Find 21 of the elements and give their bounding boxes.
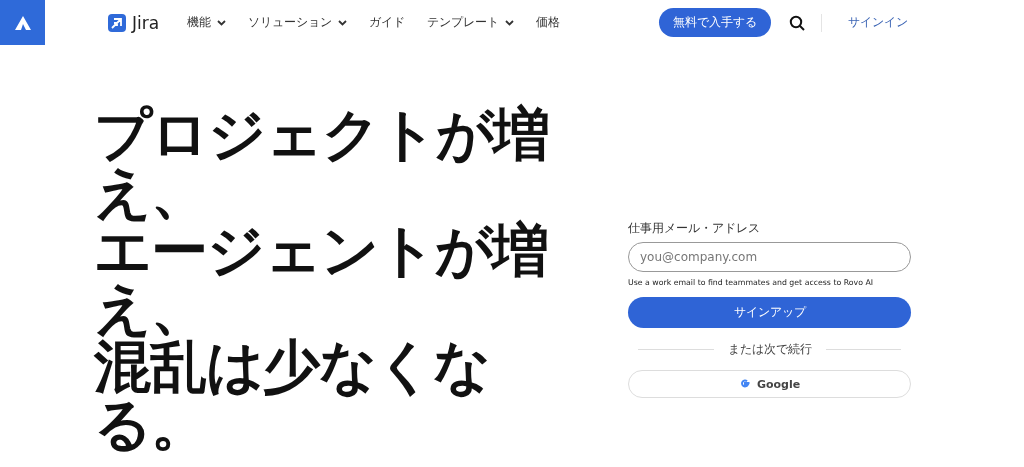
email-field[interactable]: you@company.com: [628, 242, 911, 272]
chevron-down-icon: [505, 19, 515, 26]
nav-menu-item[interactable]: 価格: [536, 14, 561, 31]
google-g-icon: [738, 378, 751, 390]
nav-menu-item[interactable]: テンプレート: [427, 14, 515, 31]
nav-menu-item[interactable]: 機能: [187, 14, 227, 31]
google-button[interactable]: Google: [628, 370, 911, 398]
get-free-button[interactable]: 無料で入手する: [659, 8, 771, 37]
field-label: 仕事用メール・アドレス: [628, 220, 761, 237]
product-name[interactable]: Jira: [132, 12, 160, 33]
nav-menu-item[interactable]: ガイド: [369, 14, 406, 31]
chevron-down-icon: [338, 19, 348, 26]
chevron-down-icon: [217, 19, 227, 26]
sign-in-link[interactable]: サインイン: [842, 13, 914, 32]
sign-up-button[interactable]: サインアップ: [628, 297, 911, 328]
headline: プロジェクトが増 え、 エージェントが増 え、 混乱は少なくな る。: [94, 105, 550, 453]
divider-label: または次で続行: [727, 341, 812, 358]
search-icon[interactable]: [789, 14, 805, 31]
nav-menu-item[interactable]: ソリューション: [248, 14, 348, 31]
jira-logo-icon[interactable]: [108, 13, 126, 32]
atlassian-logo[interactable]: [0, 0, 45, 45]
